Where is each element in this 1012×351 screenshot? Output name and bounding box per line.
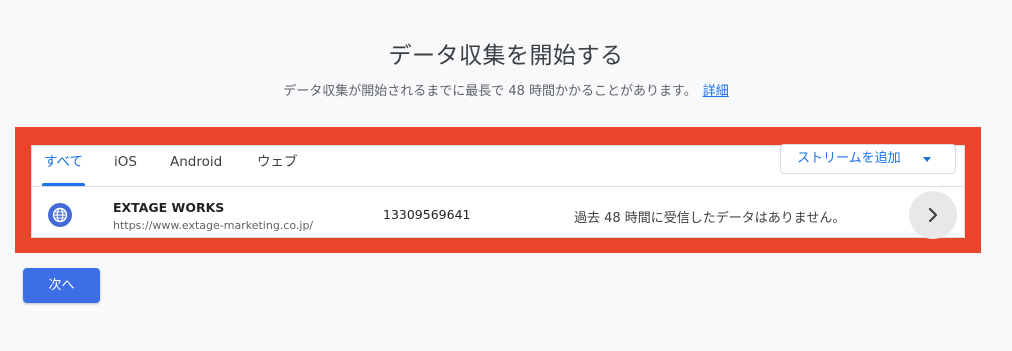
tab-ios[interactable]: iOS xyxy=(114,146,137,186)
globe-icon xyxy=(48,203,72,227)
add-stream-label: ストリームを追加 xyxy=(797,151,901,166)
open-stream-button[interactable] xyxy=(909,191,957,239)
stream-status: 過去 48 時間に受信したデータはありません。 xyxy=(574,211,846,226)
stream-url: https://www.extage-marketing.co.jp/ xyxy=(113,219,314,232)
subtitle-text: データ収集が開始されるまでに最長で 48 時間かかることがあります。 xyxy=(283,84,697,99)
tab-web[interactable]: ウェブ xyxy=(257,146,298,186)
subtitle: データ収集が開始されるまでに最長で 48 時間かかることがあります。 詳細 xyxy=(0,80,1012,99)
tab-android[interactable]: Android xyxy=(170,146,222,186)
tab-all[interactable]: すべて xyxy=(42,146,86,186)
next-button[interactable]: 次へ xyxy=(23,268,100,303)
details-link[interactable]: 詳細 xyxy=(703,84,729,99)
chevron-right-icon xyxy=(928,207,938,223)
stream-row[interactable]: EXTAGE WORKS https://www.extage-marketin… xyxy=(32,187,964,239)
chevron-down-icon xyxy=(923,157,931,162)
add-stream-button[interactable]: ストリームを追加 xyxy=(780,144,956,174)
page-title: データ収集を開始する xyxy=(388,43,624,69)
stream-name: EXTAGE WORKS xyxy=(113,200,225,215)
stream-id: 13309569641 xyxy=(383,207,471,222)
platform-tabs: すべて iOS Android ウェブ ストリームを追加 xyxy=(32,144,964,187)
streams-card: すべて iOS Android ウェブ ストリームを追加 EXTAGE WORK… xyxy=(31,144,965,239)
